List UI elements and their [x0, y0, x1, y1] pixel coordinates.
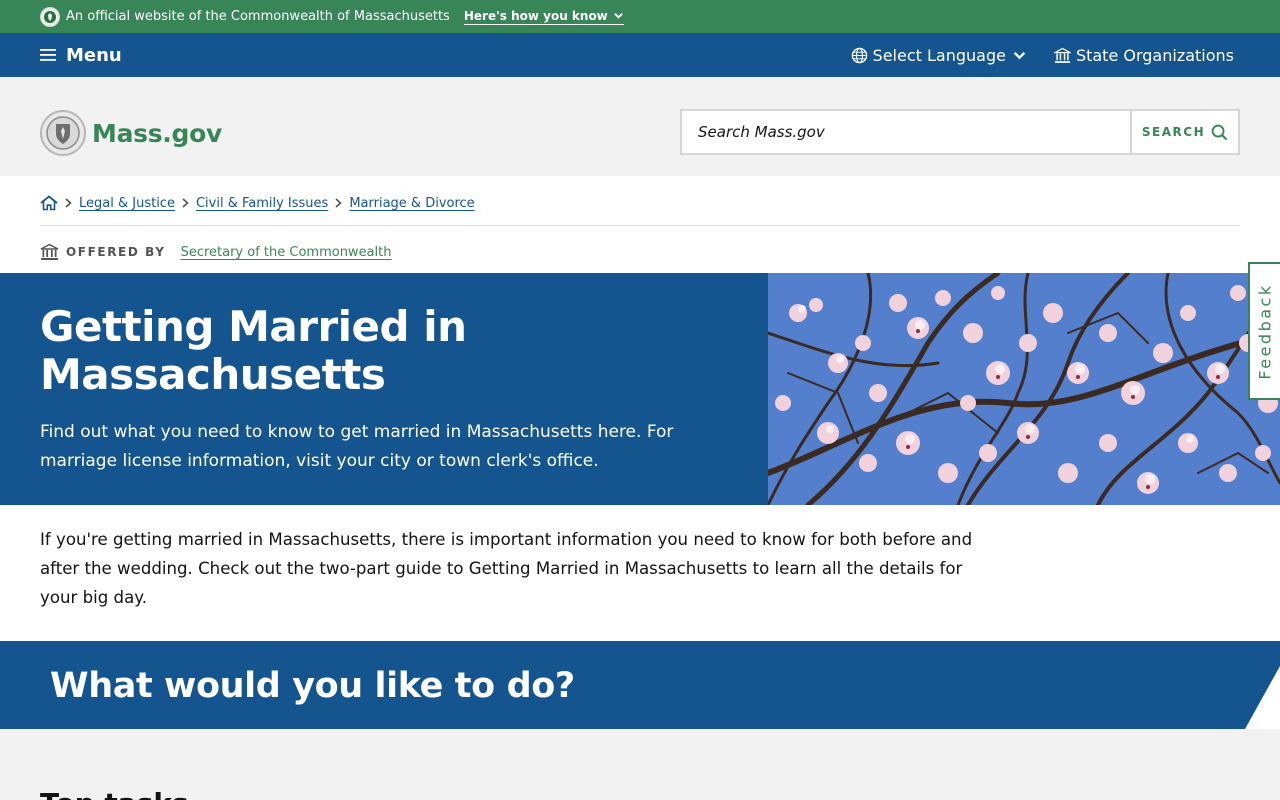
search-button[interactable]: SEARCH: [1130, 111, 1238, 153]
heres-how-you-know-label: Here's how you know: [463, 8, 608, 23]
site-header: Mass.gov SEARCH: [0, 77, 1280, 176]
page-title: Getting Married in Massachusetts: [40, 302, 467, 399]
breadcrumb-link-legal-justice[interactable]: Legal & Justice: [79, 196, 175, 211]
chevron-right-icon: [335, 198, 343, 208]
select-language-button[interactable]: Select Language: [851, 46, 1026, 65]
chevron-down-icon: [613, 13, 623, 19]
section-heading: What would you like to do?: [50, 666, 575, 706]
search-icon: [1211, 124, 1228, 140]
globe-icon: [851, 47, 867, 63]
building-icon: [1053, 47, 1071, 63]
feedback-label: Feedback: [1255, 282, 1275, 380]
building-icon: [40, 243, 59, 260]
page-description: Find out what you need to know to get ma…: [40, 422, 674, 471]
breadcrumb-link-civil-family-issues[interactable]: Civil & Family Issues: [196, 196, 328, 211]
intro-paragraph: If you're getting married in Massachuset…: [40, 530, 973, 607]
state-organizations-label: State Organizations: [1075, 45, 1234, 65]
page-banner: Getting Married in Massachusetts Find ou…: [0, 273, 768, 505]
chevron-right-icon: [182, 198, 189, 208]
offered-by-org-link[interactable]: Secretary of the Commonwealth: [181, 245, 392, 260]
select-language-label: Select Language: [872, 45, 1006, 65]
heres-how-you-know-toggle[interactable]: Here's how you know: [463, 8, 624, 25]
logo-wordmark: Mass.gov: [92, 118, 222, 148]
home-icon[interactable]: [40, 195, 58, 211]
search-input[interactable]: [682, 111, 1130, 153]
seal-icon: [40, 110, 86, 156]
official-banner-text: An official website of the Commonwealth …: [66, 9, 450, 24]
utility-nav: Menu Select Language State Organizations: [0, 33, 1280, 77]
breadcrumb-link-marriage-divorce[interactable]: Marriage & Divorce: [349, 196, 474, 211]
mass-gov-logo[interactable]: Mass.gov: [40, 110, 222, 156]
seal-icon: [40, 6, 60, 27]
breadcrumb: Legal & Justice Civil & Family Issues Ma…: [40, 193, 475, 213]
state-organizations-button[interactable]: State Organizations: [1053, 45, 1234, 65]
top-tasks-section: Top tasks: [0, 729, 1280, 800]
menu-label: Menu: [66, 44, 122, 66]
menu-button[interactable]: Menu: [40, 33, 122, 77]
official-banner: An official website of the Commonwealth …: [0, 0, 1280, 33]
chevron-right-icon: [65, 198, 72, 208]
search-button-label: SEARCH: [1141, 125, 1206, 139]
feedback-tab[interactable]: Feedback: [1248, 262, 1280, 400]
offered-by: OFFERED BY Secretary of the Commonwealth: [40, 242, 391, 262]
top-tasks-heading: Top tasks: [40, 787, 189, 800]
what-would-you-like-to-do-banner: What would you like to do?: [0, 641, 1280, 729]
chevron-down-icon: [1013, 51, 1026, 59]
search-form: SEARCH: [680, 109, 1240, 155]
cherry-blossom-image: [768, 273, 1280, 505]
divider: [40, 225, 1240, 226]
hamburger-icon: [40, 49, 56, 61]
offered-by-label: OFFERED BY: [66, 245, 166, 259]
